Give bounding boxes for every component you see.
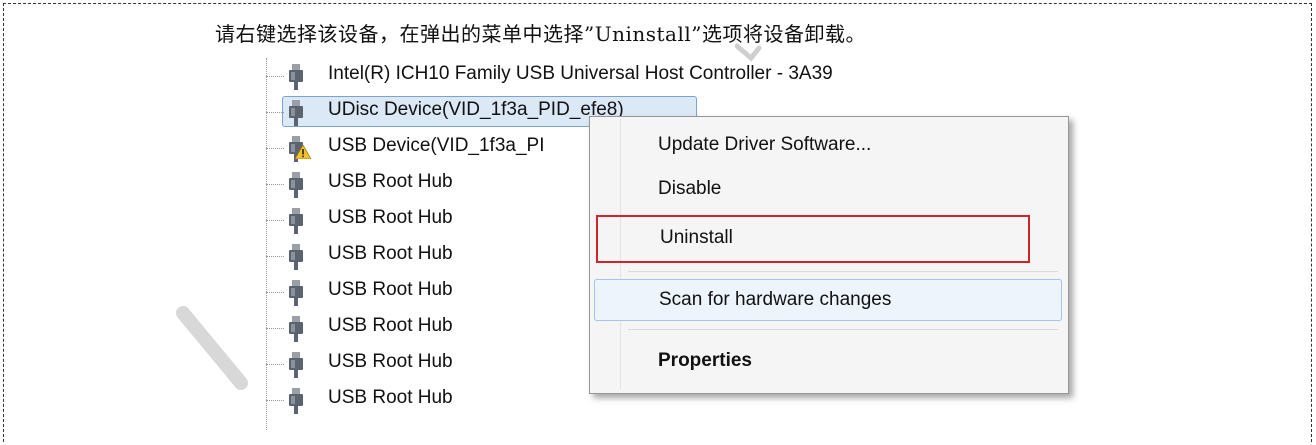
tree-item-label: USB Device(VID_1f3a_PI (328, 135, 545, 156)
tree-branch (266, 364, 284, 365)
tree-branch (266, 112, 284, 113)
menu-item-label: Uninstall (660, 227, 733, 248)
tree-branch (266, 76, 284, 77)
usb-plug-icon (289, 64, 303, 90)
tree-branch (266, 148, 284, 149)
menu-item-label: Update Driver Software... (658, 134, 872, 155)
menu-separator (628, 329, 1058, 330)
context-menu: Update Driver Software... Disable Uninst… (589, 116, 1069, 394)
tree-branch (266, 400, 284, 401)
usb-plug-icon (289, 100, 303, 126)
menu-item-properties[interactable]: Properties (594, 341, 1062, 381)
tree-item-label: USB Root Hub (328, 207, 453, 228)
usb-plug-icon (289, 280, 303, 306)
tree-item-label: UDisc Device(VID_1f3a_PID_efe8) (328, 99, 624, 120)
tree-item-label: USB Root Hub (328, 387, 453, 408)
menu-item-disable[interactable]: Disable (594, 169, 1062, 209)
tree-item-label: Intel(R) ICH10 Family USB Universal Host… (328, 63, 833, 84)
menu-item-label: Properties (658, 350, 752, 371)
tree-branch (266, 184, 284, 185)
pencil-mark (176, 306, 248, 390)
menu-item-update-driver[interactable]: Update Driver Software... (594, 125, 1062, 165)
tree-item-label: USB Root Hub (328, 351, 453, 372)
menu-item-label: Scan for hardware changes (659, 289, 892, 310)
tree-branch (266, 328, 284, 329)
warning-icon (295, 145, 311, 159)
tree-item-label: USB Root Hub (328, 315, 453, 336)
menu-separator (628, 271, 1058, 272)
menu-item-scan-hardware[interactable]: Scan for hardware changes (594, 279, 1062, 321)
usb-plug-icon (289, 388, 303, 414)
usb-plug-icon (289, 208, 303, 234)
tree-item-label: USB Root Hub (328, 279, 453, 300)
tree-item-host-controller[interactable]: Intel(R) ICH10 Family USB Universal Host… (262, 58, 1122, 94)
instruction-text: 请右键选择该设备，在弹出的菜单中选择”Uninstall”选项将设备卸载。 (215, 22, 866, 46)
usb-plug-icon (289, 352, 303, 378)
tree-branch (266, 220, 284, 221)
menu-item-uninstall[interactable]: Uninstall (596, 215, 1030, 263)
tree-branch (266, 256, 284, 257)
menu-item-label: Disable (658, 178, 722, 199)
tree-item-label: USB Root Hub (328, 171, 453, 192)
usb-plug-icon (289, 244, 303, 270)
scribble-mark (735, 43, 762, 62)
tree-item-label: USB Root Hub (328, 243, 453, 264)
usb-plug-icon (289, 316, 303, 342)
usb-plug-icon (289, 172, 303, 198)
tree-branch (266, 292, 284, 293)
